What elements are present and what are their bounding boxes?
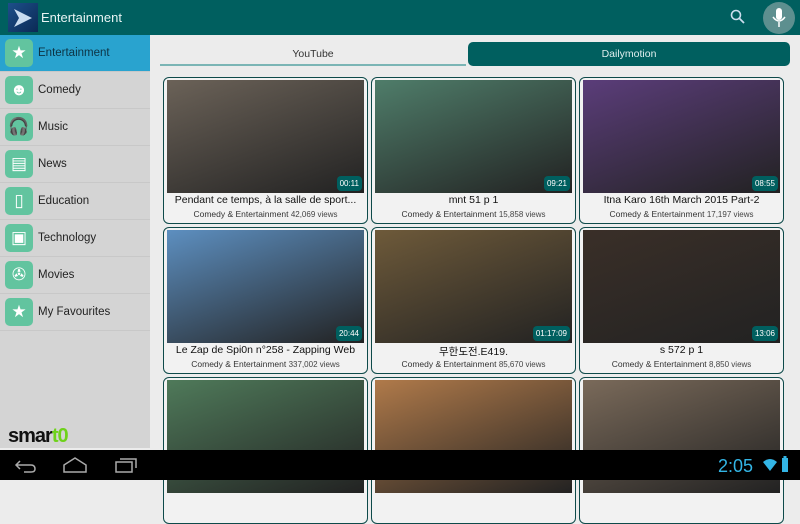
- video-category: Comedy & Entertainment: [609, 209, 705, 219]
- sidebar-item-education[interactable]: ▯ Education: [0, 183, 150, 220]
- sidebar-item-comedy[interactable]: ☻ Comedy: [0, 72, 150, 109]
- star-icon: ★: [5, 298, 33, 326]
- sidebar-item-label: Entertainment: [38, 47, 110, 59]
- duration-badge: 08:55: [751, 176, 778, 191]
- video-title: s 572 p 1: [659, 344, 704, 356]
- duration-badge: 01:17:09: [532, 326, 570, 341]
- sidebar-item-label: Technology: [38, 232, 97, 244]
- comedy-mask-icon: ☻: [5, 76, 33, 104]
- view-count: 337,002 views: [288, 360, 340, 369]
- battery-icon: [782, 456, 788, 472]
- video-meta: Comedy & Entertainment 337,002 views: [164, 359, 367, 369]
- video-thumbnail[interactable]: 08:55: [583, 80, 780, 193]
- video-category: Comedy & Entertainment: [611, 359, 707, 369]
- tab-youtube[interactable]: YouTube: [160, 42, 466, 66]
- duration-badge: 00:11: [336, 176, 362, 191]
- back-icon[interactable]: [14, 458, 38, 474]
- video-category: Comedy & Entertainment: [401, 359, 497, 369]
- duration-badge: 13:06: [751, 326, 778, 341]
- sidebar-item-movies[interactable]: ✇ Movies: [0, 257, 150, 294]
- video-category: Comedy & Entertainment: [401, 209, 497, 219]
- duration-badge: 09:21: [543, 176, 570, 191]
- video-meta: Comedy & Entertainment 85,670 views: [372, 359, 575, 369]
- smart-logo: smart0: [8, 425, 69, 447]
- tab-dailymotion[interactable]: Dailymotion: [468, 42, 790, 66]
- sidebar-item-news[interactable]: ▤ News: [0, 146, 150, 183]
- category-sidebar: ★ Entertainment ☻ Comedy 🎧 Music ▤ News ▯ Educati…: [0, 35, 150, 448]
- video-meta: Comedy & Entertainment 8,850 views: [580, 359, 783, 369]
- view-count: 85,670 views: [498, 360, 546, 369]
- search-icon[interactable]: [730, 9, 746, 30]
- video-card[interactable]: 20:44 Le Zap de Spi0n n°258 - Zapping We…: [163, 227, 368, 374]
- video-thumbnail[interactable]: 13:06: [583, 230, 780, 343]
- sidebar-item-label: News: [38, 158, 67, 170]
- view-count: 8,850 views: [709, 360, 752, 369]
- video-meta: Comedy & Entertainment 42,069 views: [164, 209, 367, 219]
- duration-badge: 20:44: [335, 326, 362, 341]
- sidebar-item-label: My Favourites: [38, 306, 111, 318]
- recent-apps-icon[interactable]: [115, 456, 139, 474]
- sidebar-item-label: Music: [38, 121, 69, 133]
- sidebar-item-entertainment[interactable]: ★ Entertainment: [0, 35, 150, 72]
- sidebar-item-label: Movies: [38, 269, 75, 281]
- video-card[interactable]: 13:06 s 572 p 1 Comedy & Entertainment 8…: [579, 227, 784, 374]
- video-thumbnail[interactable]: 20:44: [167, 230, 364, 343]
- video-title: 무한도전.E419.: [439, 346, 508, 358]
- chip-icon: ▣: [5, 224, 33, 252]
- video-thumbnail[interactable]: 00:11: [167, 80, 364, 193]
- video-title: Le Zap de Spi0n n°258 - Zapping Web: [175, 344, 356, 356]
- video-title: Itna Karo 16th March 2015 Part-2: [603, 194, 760, 206]
- system-navigation-bar: [0, 450, 800, 480]
- app-logo-icon[interactable]: [8, 3, 38, 32]
- headphones-icon: 🎧: [5, 113, 33, 141]
- clock: 2:05: [718, 456, 754, 476]
- sidebar-item-label: Comedy: [38, 84, 81, 96]
- star-icon: ★: [5, 39, 33, 67]
- film-reel-icon: ✇: [5, 261, 33, 289]
- video-card[interactable]: 08:55 Itna Karo 16th March 2015 Part-2 C…: [579, 77, 784, 224]
- microphone-button[interactable]: [763, 2, 795, 34]
- video-thumbnail[interactable]: 09:21: [375, 80, 572, 193]
- video-thumbnail[interactable]: 01:17:09: [375, 230, 572, 343]
- view-count: 42,069 views: [290, 210, 338, 219]
- newspaper-icon: ▤: [5, 150, 33, 178]
- video-category: Comedy & Entertainment: [191, 359, 287, 369]
- video-title: mnt 51 p 1: [448, 194, 499, 206]
- sidebar-item-my-favourites[interactable]: ★ My Favourites: [0, 294, 150, 331]
- sidebar-item-music[interactable]: 🎧 Music: [0, 109, 150, 146]
- video-meta: Comedy & Entertainment 15,858 views: [372, 209, 575, 219]
- app-title: Entertainment: [41, 10, 122, 25]
- home-icon[interactable]: [63, 456, 87, 474]
- microphone-icon: [772, 8, 786, 27]
- view-count: 17,197 views: [706, 210, 754, 219]
- video-category: Comedy & Entertainment: [193, 209, 289, 219]
- video-card[interactable]: 09:21 mnt 51 p 1 Comedy & Entertainment …: [371, 77, 576, 224]
- action-bar: Entertainment: [0, 0, 800, 35]
- video-card[interactable]: 01:17:09 무한도전.E419. Comedy & Entertainme…: [371, 227, 576, 374]
- wifi-icon: [763, 459, 777, 471]
- book-icon: ▯: [5, 187, 33, 215]
- view-count: 15,858 views: [498, 210, 546, 219]
- video-meta: Comedy & Entertainment 17,197 views: [580, 209, 783, 219]
- sidebar-item-technology[interactable]: ▣ Technology: [0, 220, 150, 257]
- video-title: Pendant ce temps, à la salle de sport...: [174, 194, 357, 206]
- sidebar-item-label: Education: [38, 195, 90, 207]
- source-tabs: YouTube Dailymotion: [160, 42, 790, 68]
- video-card[interactable]: 00:11 Pendant ce temps, à la salle de sp…: [163, 77, 368, 224]
